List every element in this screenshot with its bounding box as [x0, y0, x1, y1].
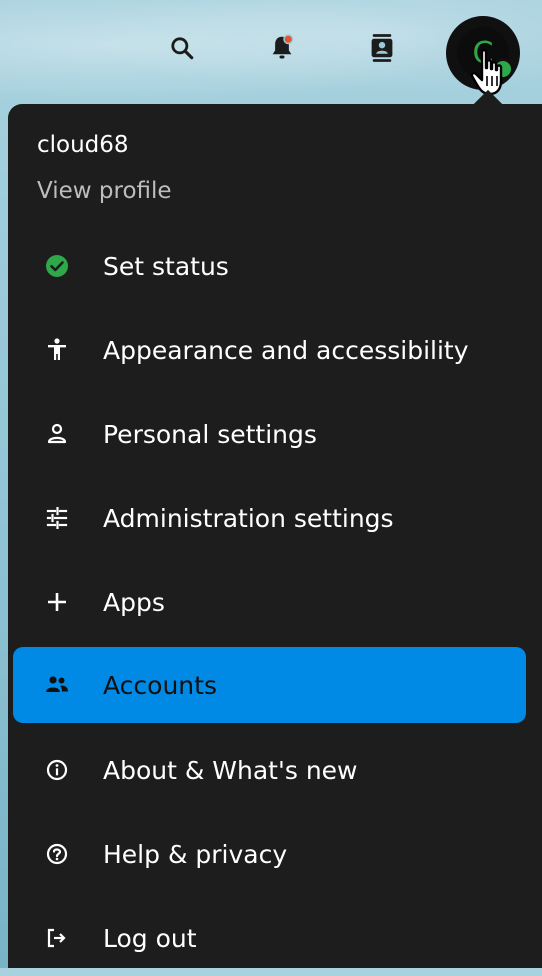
menu-item-label: Apps: [103, 587, 165, 617]
menu-item-label: About & What's new: [103, 755, 358, 785]
menu-item-label: Administration settings: [103, 503, 394, 533]
notifications-icon[interactable]: [262, 28, 302, 68]
search-icon[interactable]: [162, 28, 202, 68]
menu-item-set-status[interactable]: Set status: [13, 228, 526, 304]
help-icon: [37, 843, 77, 865]
person-icon: [37, 423, 77, 445]
menu-item-label: Appearance and accessibility: [103, 335, 469, 365]
status-online-icon: [37, 254, 77, 278]
sliders-icon: [37, 507, 77, 529]
accessibility-icon: [37, 338, 77, 362]
menu-item-apps[interactable]: Apps: [13, 564, 526, 640]
user-menu: cloud68 View profile Set status Appearan…: [8, 104, 542, 968]
username: cloud68: [37, 132, 129, 158]
menu-item-administration-settings[interactable]: Administration settings: [13, 480, 526, 556]
menu-item-about[interactable]: About & What's new: [13, 732, 526, 808]
plus-icon: [37, 591, 77, 613]
contacts-icon[interactable]: [362, 28, 402, 68]
logout-icon: [37, 927, 77, 949]
menu-item-label: Personal settings: [103, 419, 317, 449]
menu-item-label: Accounts: [103, 670, 217, 700]
menu-item-appearance[interactable]: Appearance and accessibility: [13, 312, 526, 388]
top-header: C: [0, 0, 542, 112]
info-icon: [37, 759, 77, 781]
accounts-icon: [37, 674, 77, 696]
menu-item-help[interactable]: Help & privacy: [13, 816, 526, 892]
menu-item-label: Set status: [103, 251, 229, 281]
menu-item-accounts[interactable]: Accounts: [13, 647, 526, 723]
menu-item-label: Help & privacy: [103, 839, 288, 869]
menu-item-logout[interactable]: Log out: [13, 900, 526, 976]
menu-item-personal-settings[interactable]: Personal settings: [13, 396, 526, 472]
view-profile-link[interactable]: View profile: [37, 178, 172, 204]
menu-item-label: Log out: [103, 923, 197, 953]
